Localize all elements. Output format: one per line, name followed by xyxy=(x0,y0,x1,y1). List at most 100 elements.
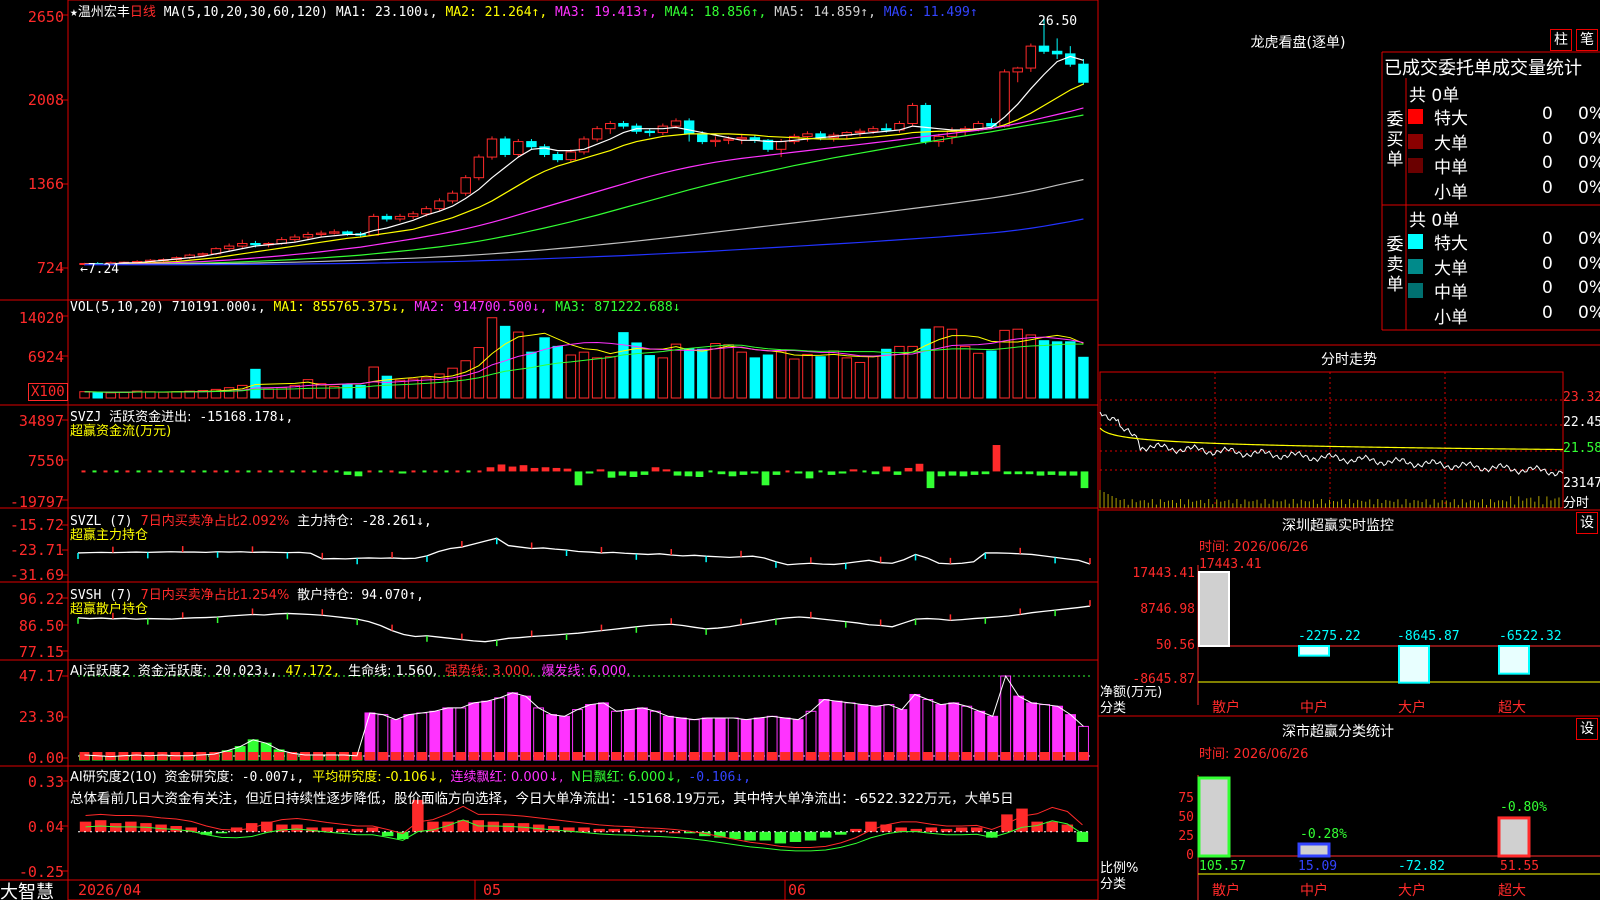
ai-active-bar[interactable] xyxy=(1026,702,1038,761)
svzj-bar[interactable] xyxy=(695,471,704,477)
volume-bar[interactable] xyxy=(802,353,813,399)
svzj-bar[interactable] xyxy=(1036,471,1045,476)
stock-name[interactable]: 温州宏丰 xyxy=(78,5,130,20)
volume-bar[interactable] xyxy=(933,326,945,399)
candle-body[interactable] xyxy=(394,215,406,220)
candle-body[interactable] xyxy=(710,139,721,143)
ai-active-bar[interactable] xyxy=(1052,705,1063,761)
volume-bar[interactable] xyxy=(223,387,235,399)
svzj-bar[interactable] xyxy=(1025,471,1034,475)
candle-body[interactable] xyxy=(526,141,537,148)
volume-bar[interactable] xyxy=(867,355,879,399)
period-label[interactable]: 日线 xyxy=(130,5,156,20)
volume-bar[interactable] xyxy=(789,358,800,399)
volume-bar[interactable] xyxy=(526,351,537,399)
svzj-bar[interactable] xyxy=(640,471,649,475)
svzj-bar[interactable] xyxy=(948,471,957,476)
volume-bar[interactable] xyxy=(263,388,274,399)
volume-bar[interactable] xyxy=(145,391,156,399)
volume-bar[interactable] xyxy=(723,344,734,399)
net-bar-1[interactable] xyxy=(1298,645,1330,657)
volume-bar[interactable] xyxy=(828,350,839,399)
volume-bar[interactable] xyxy=(841,357,853,399)
candle-body[interactable] xyxy=(670,120,682,127)
svzj-bar[interactable] xyxy=(750,471,759,474)
svzj-bar[interactable] xyxy=(1080,471,1089,489)
svzj-bar[interactable] xyxy=(728,471,737,477)
ai-research-bar[interactable] xyxy=(1031,821,1043,832)
svzj-bar[interactable] xyxy=(926,471,935,489)
ai-research-bar[interactable] xyxy=(819,831,832,838)
svzj-bar[interactable] xyxy=(882,466,891,472)
svzj-bar[interactable] xyxy=(959,471,968,477)
ai-research-bar[interactable] xyxy=(729,831,741,840)
volume-bar[interactable] xyxy=(920,328,931,399)
svzj-bar[interactable] xyxy=(992,445,1001,472)
pct-bar-3[interactable] xyxy=(1497,816,1531,858)
ai-active-bar[interactable] xyxy=(870,705,882,761)
volume-bar[interactable] xyxy=(1078,356,1089,399)
candle-body[interactable] xyxy=(881,128,892,131)
svzj-bar[interactable] xyxy=(893,471,902,475)
ai-research-bar[interactable] xyxy=(548,826,560,832)
volume-bar[interactable] xyxy=(657,357,669,399)
svzj-bar[interactable] xyxy=(838,471,847,474)
volume-bar[interactable] xyxy=(762,354,774,399)
volume-bar[interactable] xyxy=(578,351,590,399)
ai-active-bar[interactable] xyxy=(857,704,869,761)
ai-research-bar[interactable] xyxy=(744,831,756,841)
svzj-bar[interactable] xyxy=(684,471,693,477)
ai-research-bar[interactable] xyxy=(955,827,968,832)
candle-body[interactable] xyxy=(421,208,432,215)
svzj-bar[interactable] xyxy=(662,469,671,472)
ai-active-bar[interactable] xyxy=(935,704,947,761)
ai-research-bar[interactable] xyxy=(789,831,802,842)
ai-active-bar[interactable] xyxy=(468,702,480,761)
volume-bar[interactable] xyxy=(605,356,616,399)
volume-bar[interactable] xyxy=(854,361,866,399)
candle-body[interactable] xyxy=(552,153,563,161)
ai-research-bar[interactable] xyxy=(110,823,122,832)
volume-bar[interactable] xyxy=(591,357,603,399)
svzj-bar[interactable] xyxy=(937,471,946,477)
ai-research-bar[interactable] xyxy=(774,831,787,844)
volume-bar[interactable] xyxy=(670,343,682,399)
ai-research-bar[interactable] xyxy=(804,831,817,841)
volume-bar[interactable] xyxy=(447,367,458,399)
svzj-bar[interactable] xyxy=(772,471,781,475)
candle-body[interactable] xyxy=(736,137,747,140)
candle-body[interactable] xyxy=(1065,53,1076,65)
candle-body[interactable] xyxy=(723,138,734,141)
svzj-bar[interactable] xyxy=(607,471,616,478)
candle-body[interactable] xyxy=(513,141,524,155)
candle-body[interactable] xyxy=(302,233,314,238)
volume-bar[interactable] xyxy=(959,345,971,399)
volume-bar[interactable] xyxy=(118,391,130,399)
svzj-bar[interactable] xyxy=(629,471,638,477)
volume-bar[interactable] xyxy=(973,352,984,399)
volume-bar[interactable] xyxy=(315,383,327,399)
svzj-bar[interactable] xyxy=(915,463,924,472)
volume-bar[interactable] xyxy=(105,392,117,399)
chart-canvas[interactable] xyxy=(0,0,1600,900)
ai-research-bar[interactable] xyxy=(366,827,379,832)
svzj-bar[interactable] xyxy=(519,465,528,472)
svzj-bar[interactable] xyxy=(354,471,363,477)
candle-body[interactable] xyxy=(407,213,419,217)
volume-bar[interactable] xyxy=(736,351,747,399)
volume-bar[interactable] xyxy=(394,379,406,399)
ai-research-bar[interactable] xyxy=(895,827,907,832)
volume-bar[interactable] xyxy=(158,391,169,399)
candle-body[interactable] xyxy=(1012,67,1023,73)
volume-bar[interactable] xyxy=(946,328,958,399)
svzj-bar[interactable] xyxy=(827,471,836,475)
volume-bar[interactable] xyxy=(421,377,432,399)
candle-body[interactable] xyxy=(618,123,629,127)
volume-bar[interactable] xyxy=(539,337,550,399)
volume-bar[interactable] xyxy=(552,345,563,399)
net-bar-0[interactable] xyxy=(1198,571,1230,647)
ai-active-bar[interactable] xyxy=(598,702,609,761)
volume-bar[interactable] xyxy=(986,350,997,399)
svzj-bar[interactable] xyxy=(398,471,407,474)
ai-active-bar[interactable] xyxy=(520,695,532,761)
